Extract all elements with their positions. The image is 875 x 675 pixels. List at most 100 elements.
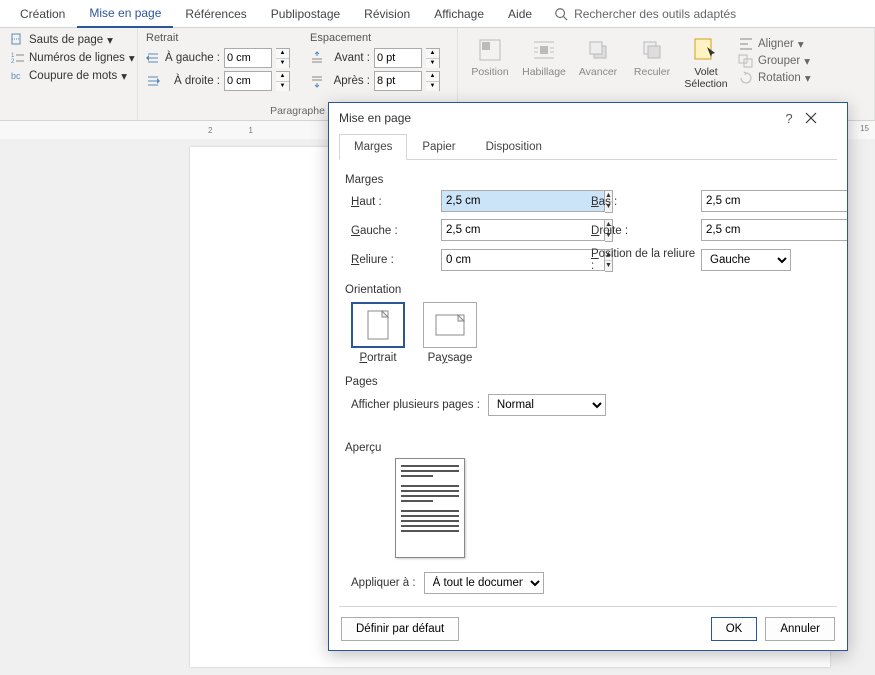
margin-top-input[interactable] xyxy=(441,190,605,212)
dialog-tab-disposition[interactable]: Disposition xyxy=(471,134,557,160)
spacing-before-input[interactable] xyxy=(374,48,422,68)
margin-bottom-label: Bas : xyxy=(591,196,701,208)
bring-forward-button[interactable]: Avancer xyxy=(574,32,622,82)
landscape-icon xyxy=(435,314,465,336)
indent-right-label: À droite : xyxy=(164,75,220,87)
indent-right-spinner[interactable]: ▲▼ xyxy=(276,71,290,91)
gutter-position-select[interactable]: Gauche xyxy=(701,249,791,271)
dialog-footer: Définir par défaut OK Annuler xyxy=(339,606,837,650)
search-icon xyxy=(554,7,568,21)
ok-button[interactable]: OK xyxy=(711,617,758,641)
hyphenation-button[interactable]: bc Coupure de mots▾ xyxy=(8,68,138,84)
tab-references[interactable]: Références xyxy=(173,1,258,27)
indent-right-input[interactable] xyxy=(224,71,272,91)
indent-left-input[interactable] xyxy=(224,48,272,68)
spacing-after-spinner[interactable]: ▲▼ xyxy=(426,71,440,91)
backward-label: Reculer xyxy=(634,66,670,78)
spacing-before-icon xyxy=(310,51,324,65)
spacing-before-spinner[interactable]: ▲▼ xyxy=(426,48,440,68)
position-label: Position xyxy=(471,66,508,78)
rotate-icon xyxy=(738,71,754,85)
wrap-label: Habillage xyxy=(522,66,566,78)
landscape-label: Paysage xyxy=(428,352,473,364)
margin-right-input[interactable] xyxy=(701,219,847,241)
spacing-after-label: Après : xyxy=(328,75,370,87)
multiple-pages-select[interactable]: Normal xyxy=(488,394,606,416)
indent-right-icon xyxy=(146,74,160,88)
orientation-portrait[interactable]: Portrait xyxy=(351,302,405,364)
selection-pane-button[interactable]: Volet Sélection xyxy=(682,32,730,94)
indent-left-icon xyxy=(146,51,160,65)
apply-to-label: Appliquer à : xyxy=(351,577,416,589)
tab-affichage[interactable]: Affichage xyxy=(422,1,496,27)
line-numbers-button[interactable]: 12 Numéros de lignes▾ xyxy=(8,50,138,66)
gutter-input[interactable] xyxy=(441,249,605,271)
backward-icon xyxy=(640,38,664,62)
spacing-before-label: Avant : xyxy=(328,52,370,64)
rotate-button[interactable]: Rotation▾ xyxy=(736,70,813,86)
tab-aide[interactable]: Aide xyxy=(496,1,544,27)
multiple-pages-label: Afficher plusieurs pages : xyxy=(351,399,480,411)
pages-section-label: Pages xyxy=(345,376,831,388)
send-backward-button[interactable]: Reculer xyxy=(628,32,676,82)
tell-me-search[interactable]: Rechercher des outils adaptés xyxy=(554,7,736,21)
tab-revision[interactable]: Révision xyxy=(352,1,422,27)
wrap-text-button[interactable]: Habillage xyxy=(520,32,568,82)
hyphenation-label: Coupure de mots xyxy=(29,70,117,82)
align-icon xyxy=(738,37,754,51)
tab-publipostage[interactable]: Publipostage xyxy=(259,1,352,27)
line-numbers-icon: 12 xyxy=(11,51,25,65)
indent-left-spinner[interactable]: ▲▼ xyxy=(276,48,290,68)
margin-left-input[interactable] xyxy=(441,219,605,241)
line-numbers-label: Numéros de lignes xyxy=(29,52,125,64)
apply-to-select[interactable]: À tout le document xyxy=(424,572,544,594)
gutter-label: Reliure : xyxy=(351,254,441,266)
cancel-button[interactable]: Annuler xyxy=(765,617,835,641)
margin-left-label: Gauche : xyxy=(351,225,441,237)
group-page-setup: Sauts de page▾ 12 Numéros de lignes▾ bc … xyxy=(0,28,138,120)
forward-icon xyxy=(586,38,610,62)
dialog-title: Mise en page xyxy=(339,111,773,125)
position-button[interactable]: Position xyxy=(466,32,514,82)
dialog-titlebar: Mise en page ? xyxy=(329,103,847,133)
forward-label: Avancer xyxy=(579,66,617,78)
indent-header: Retrait xyxy=(146,32,290,44)
page-setup-dialog: Mise en page ? Marges Papier Disposition… xyxy=(328,102,848,651)
page-breaks-button[interactable]: Sauts de page▾ xyxy=(8,32,138,48)
wrap-icon xyxy=(532,38,556,62)
margin-top-label: Haut : xyxy=(351,196,441,208)
ruler-right-marker: 15 xyxy=(860,124,869,133)
preview-box xyxy=(395,458,465,558)
page-break-icon xyxy=(11,33,25,47)
hyphenation-icon: bc xyxy=(11,69,25,83)
dialog-tab-papier[interactable]: Papier xyxy=(407,134,470,160)
dialog-tab-marges[interactable]: Marges xyxy=(339,134,407,160)
orientation-landscape[interactable]: Paysage xyxy=(423,302,477,364)
portrait-label: Portrait xyxy=(359,352,396,364)
group-title-page-setup xyxy=(8,103,129,118)
portrait-icon xyxy=(367,310,389,340)
spacing-after-input[interactable] xyxy=(374,71,422,91)
close-icon xyxy=(805,112,817,124)
page-breaks-label: Sauts de page xyxy=(29,34,103,46)
align-button[interactable]: Aligner▾ xyxy=(736,36,813,52)
dialog-body: Marges Haut : ▲▼ Bas : ▲▼ Gauche : ▲▼ Dr… xyxy=(329,160,847,606)
indent-left-label: À gauche : xyxy=(164,52,220,64)
margin-right-label: Droite : xyxy=(591,225,701,237)
spacing-after-icon xyxy=(310,74,324,88)
close-button[interactable] xyxy=(805,112,837,124)
help-button[interactable]: ? xyxy=(773,111,805,126)
selection-pane-label: Volet Sélection xyxy=(684,66,728,90)
margin-bottom-input[interactable] xyxy=(701,190,847,212)
ribbon-tabs: Création Mise en page Références Publipo… xyxy=(0,0,875,28)
selection-pane-icon xyxy=(693,37,719,63)
orientation-section-label: Orientation xyxy=(345,284,831,296)
group-button[interactable]: Grouper▾ xyxy=(736,53,813,69)
dialog-tabs: Marges Papier Disposition xyxy=(339,133,837,160)
tab-creation[interactable]: Création xyxy=(8,1,77,27)
set-default-button[interactable]: Définir par défaut xyxy=(341,617,459,641)
group-icon xyxy=(738,54,754,68)
rotate-label: Rotation xyxy=(758,72,801,84)
gutter-position-label: Position de la reliure : xyxy=(591,248,701,272)
tab-mise-en-page[interactable]: Mise en page xyxy=(77,0,173,28)
